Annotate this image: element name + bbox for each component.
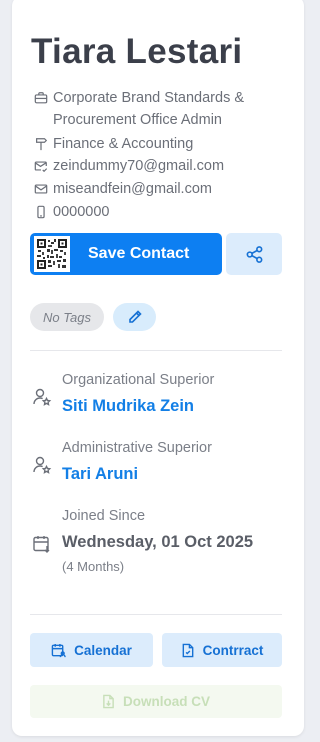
share-button[interactable] <box>226 233 282 275</box>
divider <box>30 614 282 615</box>
file-download-icon <box>103 694 114 709</box>
organizational-superior-name[interactable]: Siti Mudrika Zein <box>62 397 194 416</box>
mail-check-icon <box>34 161 48 173</box>
department-text: Finance & Accounting <box>53 136 194 152</box>
administrative-superior-label: Administrative Superior <box>62 440 212 456</box>
mail-icon <box>34 184 48 194</box>
calendar-user-icon <box>51 643 66 657</box>
email-primary-row: zeindummy70@gmail.com <box>34 155 278 177</box>
save-contact-label: Save Contact <box>88 245 190 262</box>
administrative-superior-name[interactable]: Tari Aruni <box>62 465 138 484</box>
calendar-arrow-icon <box>33 536 50 553</box>
department-row: Finance & Accounting <box>34 133 278 155</box>
phone-row: 0000000 <box>34 201 278 223</box>
calendar-label: Calendar <box>74 642 132 658</box>
email-secondary-row: miseandfein@gmail.com <box>34 178 278 200</box>
save-contact-button[interactable]: Save Contact <box>30 233 222 275</box>
contract-button[interactable]: Contrract <box>162 633 282 667</box>
profile-name: Tiara Lestari <box>31 32 243 71</box>
qr-code-icon <box>34 236 70 272</box>
edit-tags-button[interactable] <box>113 303 156 331</box>
download-cv-button[interactable]: Download CV <box>30 685 282 718</box>
calendar-button[interactable]: Calendar <box>30 633 153 667</box>
contract-icon <box>182 643 193 657</box>
briefcase-icon <box>34 92 48 104</box>
user-star-icon <box>33 456 52 474</box>
email-secondary-text[interactable]: miseandfein@gmail.com <box>53 178 278 200</box>
contract-label: Contrract <box>202 642 264 658</box>
pencil-icon <box>128 310 142 323</box>
organizational-superior-label: Organizational Superior <box>62 372 215 388</box>
joined-date: Wednesday, 01 Oct 2025 <box>62 533 254 551</box>
phone-icon <box>37 205 45 219</box>
email-primary-text[interactable]: zeindummy70@gmail.com <box>53 155 278 177</box>
phone-text[interactable]: 0000000 <box>53 201 278 223</box>
signpost-icon <box>36 138 48 151</box>
user-star-icon <box>33 388 52 406</box>
joined-since-label: Joined Since <box>62 508 146 524</box>
divider <box>30 350 282 351</box>
no-tags-badge: No Tags <box>30 303 104 331</box>
position-row: Corporate Brand Standards & Procurement … <box>34 87 278 131</box>
joined-duration: (4 Months) <box>62 559 125 574</box>
share-icon <box>246 245 262 263</box>
download-cv-label: Download CV <box>123 694 210 709</box>
position-text: Corporate Brand Standards & Procurement … <box>53 90 245 128</box>
